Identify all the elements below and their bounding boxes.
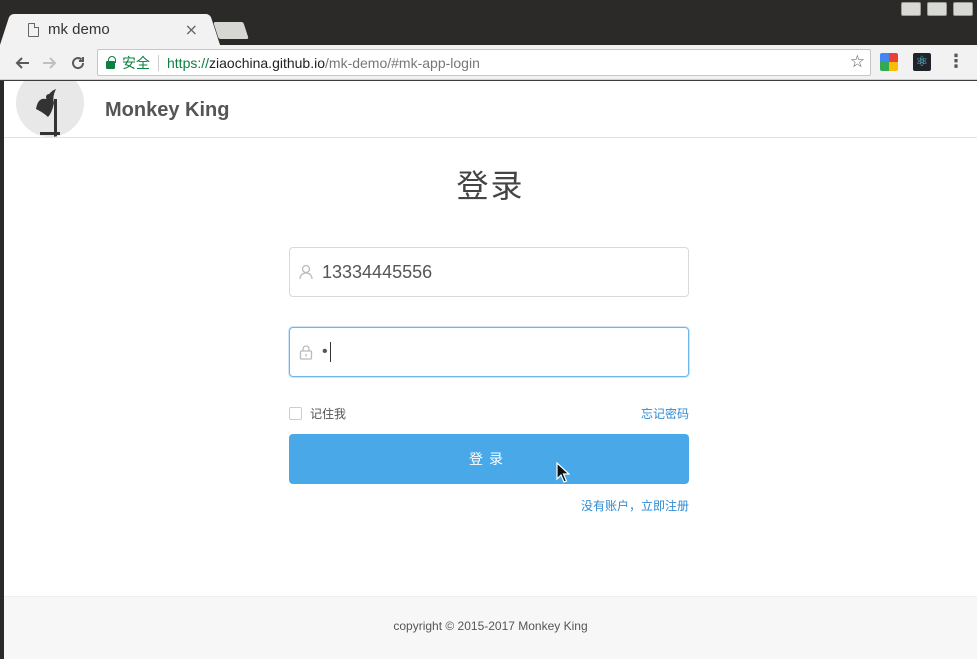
reload-icon — [72, 57, 85, 70]
page-viewport: Monkey King 登录 13334445556 • 记住我 忘记密码 登录… — [4, 81, 977, 659]
monkey-king-logo[interactable] — [16, 81, 84, 137]
remember-label: 记住我 — [310, 407, 347, 421]
page-footer: copyright © 2015-2017 Monkey King — [4, 596, 977, 659]
color-picker-extension-icon[interactable] — [880, 53, 898, 71]
minimize-button[interactable] — [901, 2, 921, 16]
app-brand: Monkey King — [105, 99, 230, 121]
remember-me[interactable]: 记住我 — [289, 405, 346, 422]
browser-menu-icon[interactable]: ⋮ — [947, 51, 965, 72]
browser-tab[interactable]: mk demo × — [12, 14, 208, 45]
password-mask: • — [322, 343, 328, 360]
tab-title: mk demo — [48, 21, 110, 38]
new-tab-button[interactable] — [213, 22, 249, 39]
react-devtools-extension-icon[interactable]: ⚛ — [913, 53, 931, 71]
back-button[interactable] — [11, 52, 33, 74]
login-button[interactable]: 登录 — [289, 434, 689, 484]
app-header: Monkey King — [4, 81, 977, 138]
reload-button[interactable] — [67, 52, 89, 74]
address-bar[interactable]: 安全 https://ziaochina.github.io/mk-demo/#… — [97, 49, 871, 76]
url-host: ziaochina.github.io — [209, 54, 326, 71]
window-controls — [901, 2, 973, 16]
browser-toolbar: 安全 https://ziaochina.github.io/mk-demo/#… — [0, 45, 977, 80]
copyright-text: copyright © 2015-2017 Monkey King — [393, 619, 588, 633]
arrow-right-icon — [43, 57, 57, 69]
password-field[interactable]: • — [289, 327, 689, 377]
url-path: /mk-demo/#mk-app-login — [325, 54, 480, 71]
username-field[interactable]: 13334445556 — [289, 247, 689, 297]
browser-titlebar: mk demo × — [0, 0, 977, 45]
document-icon — [28, 22, 39, 37]
divider — [158, 54, 159, 71]
forgot-password-link[interactable]: 忘记密码 — [641, 405, 689, 422]
lock-icon — [106, 55, 116, 69]
page-title: 登录 — [456, 167, 525, 205]
tab-close-icon[interactable]: × — [185, 20, 198, 39]
text-caret — [329, 342, 331, 362]
maximize-button[interactable] — [927, 2, 947, 16]
arrow-left-icon — [15, 57, 29, 69]
bookmark-star-icon[interactable]: ☆ — [850, 52, 865, 72]
register-link[interactable]: 没有账户，立即注册 — [581, 497, 689, 514]
close-window-button[interactable] — [953, 2, 973, 16]
password-input[interactable]: • — [322, 332, 688, 372]
padlock-icon — [298, 344, 314, 360]
monkey-silhouette-icon — [36, 89, 60, 137]
forward-button[interactable] — [39, 52, 61, 74]
mouse-pointer-icon — [556, 462, 570, 483]
user-icon — [298, 264, 314, 280]
remember-checkbox[interactable] — [289, 407, 302, 420]
username-input[interactable]: 13334445556 — [322, 252, 688, 292]
secure-label: 安全 — [122, 54, 150, 71]
url-scheme: https:// — [167, 54, 210, 71]
